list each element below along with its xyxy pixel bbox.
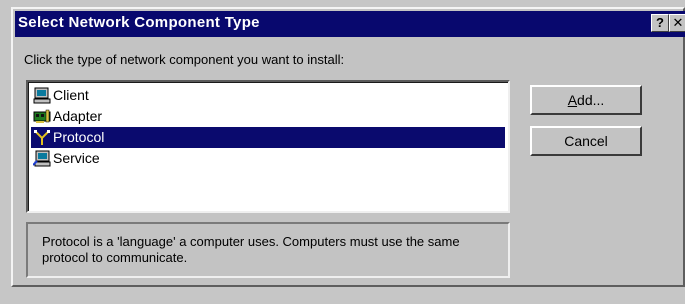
list-item-service[interactable]: Service [31,148,505,169]
component-type-list[interactable]: Client Adapter Protocol Service [26,80,510,213]
description-text: Protocol is a 'language' a computer uses… [42,234,460,265]
protocol-icon [33,129,51,146]
title-bar[interactable]: Select Network Component Type ? ✕ [15,11,685,37]
list-item-protocol[interactable]: Protocol [31,127,505,148]
service-icon [32,150,51,167]
close-icon: ✕ [672,15,684,30]
list-item-client[interactable]: Client [31,85,505,106]
cancel-button-label: Cancel [564,133,608,149]
help-icon: ? [656,15,664,30]
cancel-button[interactable]: Cancel [530,126,642,156]
help-button[interactable]: ? [651,14,669,32]
computer-icon [33,87,51,104]
add-button-label: dd... [577,92,605,108]
add-button-accelerator: A [567,92,578,108]
add-button[interactable]: Add... [530,85,642,115]
list-item-label: Protocol [53,129,105,145]
list-item-label: Service [53,150,100,166]
instruction-label: Click the type of network component you … [24,52,345,67]
close-button[interactable]: ✕ [669,14,685,32]
description-box: Protocol is a 'language' a computer uses… [26,222,510,278]
list-item-label: Adapter [53,108,103,124]
network-card-icon [33,108,51,125]
dialog-title: Select Network Component Type [18,14,260,31]
list-item-adapter[interactable]: Adapter [31,106,505,127]
list-item-label: Client [53,87,89,103]
